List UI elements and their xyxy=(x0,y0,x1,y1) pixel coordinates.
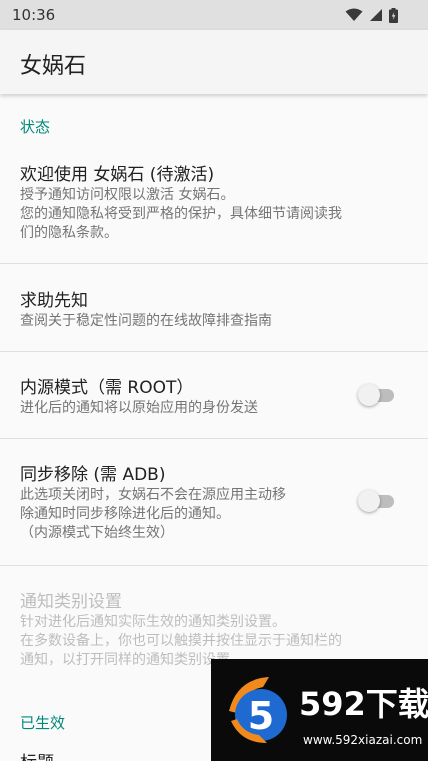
section-header-active: 已生效 xyxy=(20,714,66,732)
status-icons xyxy=(345,7,398,23)
app-bar: 女娲石 xyxy=(0,30,428,94)
pref-channel-settings-title: 通知类别设置 xyxy=(20,592,122,612)
pref-sync-remove-title: 同步移除 (需 ADB) xyxy=(20,465,166,485)
summary-line: 在多数设备上，你也可以触摸并按住显示于通知栏的 xyxy=(20,633,342,649)
pref-welcome[interactable]: 欢迎使用 女娲石 (待激活) 授予通知访问权限以激活 女娲石。 您的通知隐私将受… xyxy=(0,146,428,262)
summary-line: 针对进化后通知实际生效的通知类别设置。 xyxy=(20,614,286,630)
source-mode-switch[interactable] xyxy=(358,384,394,406)
summary-line: 您的通知隐私将受到严格的保护，具体细节请阅读我 xyxy=(20,206,342,222)
battery-icon xyxy=(389,7,398,23)
pref-welcome-summary: 授予通知访问权限以激活 女娲石。 您的通知隐私将受到严格的保护，具体细节请阅读我… xyxy=(20,186,342,243)
status-time: 10:36 xyxy=(12,6,56,24)
watermark-url: www.592xiazai.com xyxy=(303,733,423,747)
signal-icon xyxy=(370,9,382,21)
summary-line: 此选项关闭时，女娲石不会在源应用主动移 xyxy=(20,487,286,503)
pref-help-title: 求助先知 xyxy=(20,291,88,311)
app-title: 女娲石 xyxy=(20,54,87,79)
sync-remove-switch[interactable] xyxy=(358,490,394,512)
summary-line: 们的隐私条款。 xyxy=(20,225,118,241)
wifi-icon xyxy=(345,8,363,21)
pref-source-mode[interactable]: 内源模式（需 ROOT） 进化后的通知将以原始应用的身份发送 xyxy=(0,352,428,438)
pref-welcome-title: 欢迎使用 女娲石 (待激活) xyxy=(20,165,215,185)
section-header-status: 状态 xyxy=(20,118,51,136)
pref-sync-remove-summary: 此选项关闭时，女娲石不会在源应用主动移 除通知时同步移除进化后的通知。 （内源模… xyxy=(20,486,286,543)
pref-source-mode-title: 内源模式（需 ROOT） xyxy=(20,378,194,398)
pref-help-summary: 查阅关于稳定性问题的在线故障排查指南 xyxy=(20,313,272,329)
switch-thumb xyxy=(358,384,380,406)
summary-line: （内源模式下始终生效） xyxy=(20,525,174,541)
pref-source-mode-summary: 进化后的通知将以原始应用的身份发送 xyxy=(20,400,258,416)
watermark-brand: 592下载 xyxy=(299,685,428,723)
logo-digit: 5 xyxy=(248,694,274,738)
pref-partial-title[interactable]: 标题 xyxy=(20,748,54,761)
summary-line: 除通知时同步移除进化后的通知。 xyxy=(20,506,230,522)
status-bar: 10:36 xyxy=(0,0,428,30)
summary-line: 授予通知访问权限以激活 女娲石。 xyxy=(20,187,235,203)
switch-thumb xyxy=(358,490,380,512)
watermark: 5 592下载 www.592xiazai.com xyxy=(211,659,428,761)
pref-help[interactable]: 求助先知 查阅关于稳定性问题的在线故障排查指南 xyxy=(0,264,428,351)
pref-sync-remove[interactable]: 同步移除 (需 ADB) 此选项关闭时，女娲石不会在源应用主动移 除通知时同步移… xyxy=(0,439,428,564)
site-logo-icon: 5 xyxy=(229,677,287,743)
